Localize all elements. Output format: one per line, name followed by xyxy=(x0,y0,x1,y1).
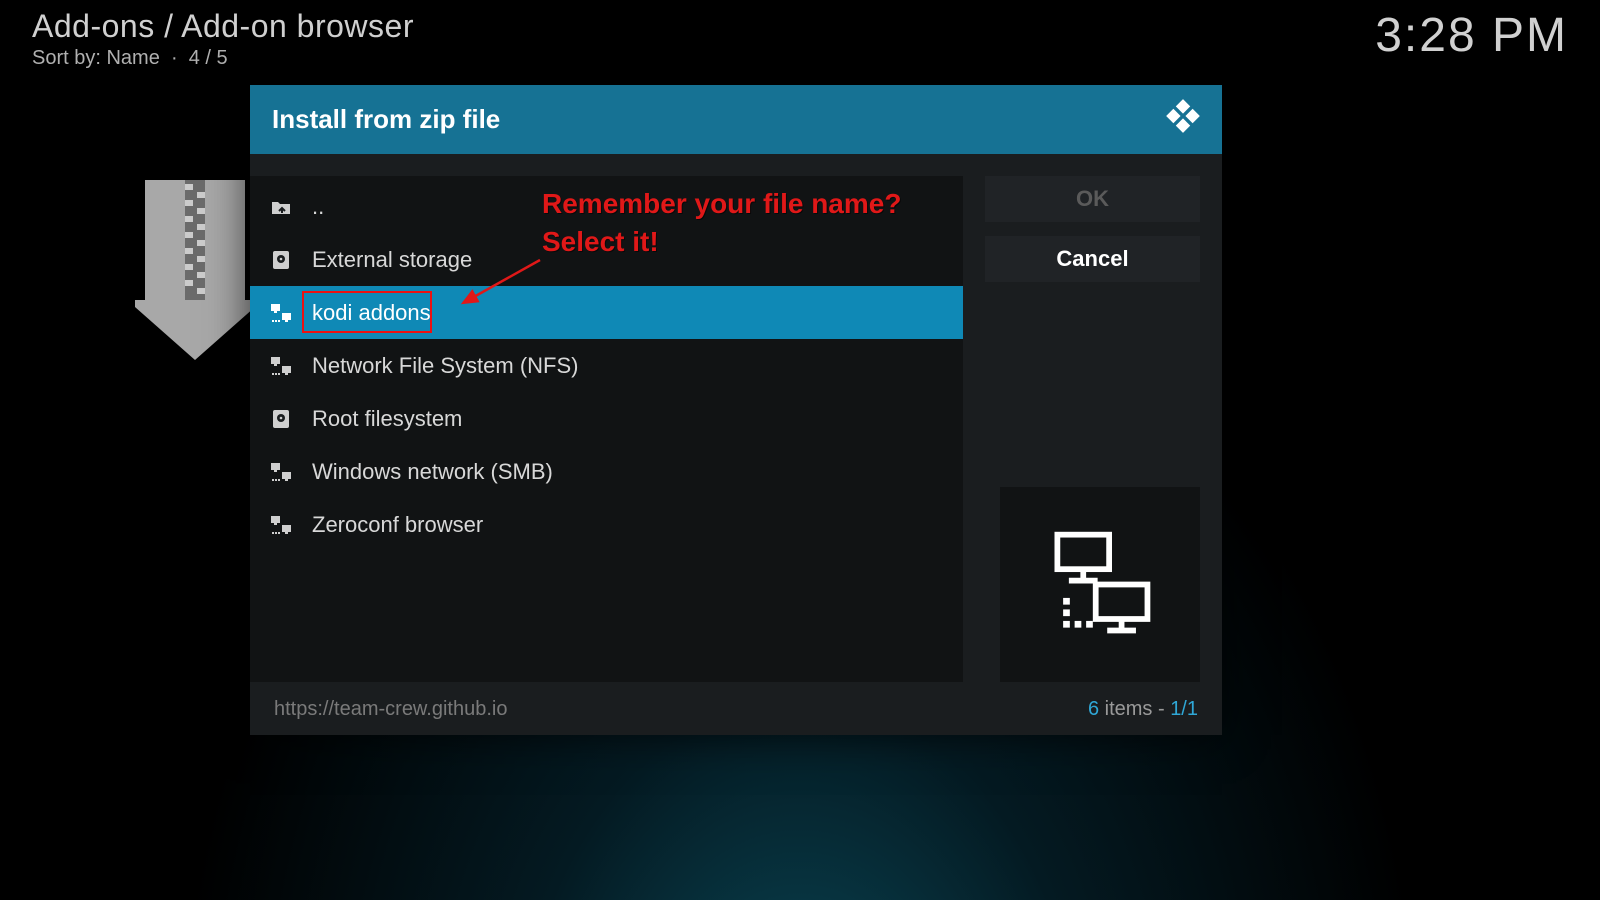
file-row[interactable]: Zeroconf browser xyxy=(250,498,963,551)
file-row[interactable]: .. xyxy=(250,180,963,233)
ok-button[interactable]: OK xyxy=(985,176,1200,222)
file-list[interactable]: .. External storage kodi addons Network Fil… xyxy=(250,176,963,682)
file-row-label: Network File System (NFS) xyxy=(312,353,578,379)
disk-icon xyxy=(268,406,294,432)
network-icon xyxy=(268,512,294,538)
sort-info: Sort by: Name · 4 / 5 xyxy=(32,47,414,70)
file-row[interactable]: Network File System (NFS) xyxy=(250,339,963,392)
dialog-titlebar: Install from zip file xyxy=(250,85,1222,154)
file-row-label: Root filesystem xyxy=(312,406,462,432)
file-row[interactable]: kodi addons xyxy=(250,286,963,339)
file-row-label: External storage xyxy=(312,247,472,273)
network-computers-icon xyxy=(1038,527,1163,642)
cancel-button[interactable]: Cancel xyxy=(985,236,1200,282)
clock: 3:28 PM xyxy=(1375,8,1568,63)
file-row-label: Windows network (SMB) xyxy=(312,459,553,485)
install-from-zip-dialog: Install from zip file .. External storage… xyxy=(250,85,1222,735)
network-icon xyxy=(268,353,294,379)
file-row[interactable]: Root filesystem xyxy=(250,392,963,445)
file-row-label: kodi addons xyxy=(312,300,431,326)
folder-up-icon xyxy=(268,194,294,220)
file-row[interactable]: Windows network (SMB) xyxy=(250,445,963,498)
network-icon xyxy=(268,300,294,326)
file-row-label: .. xyxy=(312,194,324,220)
breadcrumb: Add-ons / Add-on browser xyxy=(32,8,414,45)
current-path: https://team-crew.github.io xyxy=(274,698,507,721)
dialog-title: Install from zip file xyxy=(272,104,500,135)
kodi-logo-icon xyxy=(1166,99,1200,140)
source-preview xyxy=(1000,487,1200,682)
file-row[interactable]: External storage xyxy=(250,233,963,286)
item-count: 6 items - 1/1 xyxy=(1088,698,1198,721)
zip-background-icon xyxy=(135,170,255,370)
file-row-label: Zeroconf browser xyxy=(312,512,483,538)
disk-icon xyxy=(268,247,294,273)
list-position: 4 / 5 xyxy=(189,47,228,69)
sort-label: Sort by: Name xyxy=(32,47,160,69)
network-icon xyxy=(268,459,294,485)
